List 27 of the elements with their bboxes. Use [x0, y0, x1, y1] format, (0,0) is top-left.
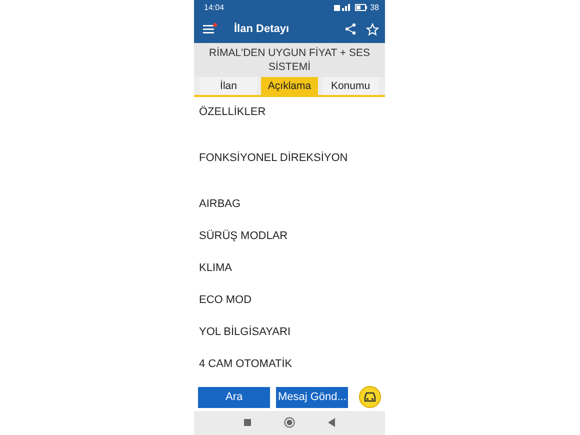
window-title: İlan Detayı: [234, 23, 290, 36]
feature-text: YOL BİLGİSAYARI: [199, 324, 292, 340]
car-icon: [363, 391, 378, 404]
recents-icon[interactable]: [244, 419, 251, 426]
feature-text: KLIMA: [199, 261, 234, 276]
back-icon[interactable]: [328, 418, 335, 428]
tab[interactable]: Konumu: [322, 77, 379, 96]
signal-icon: [334, 4, 352, 12]
feature-text: 4 CAM OTOMATİK: [199, 356, 294, 372]
feature-text: SÜRÜŞ MODLAR: [199, 228, 289, 244]
action-button[interactable]: Ara: [198, 386, 270, 408]
car-button[interactable]: [359, 386, 382, 408]
listing-title: RİMAL'DEN UYGUN FİYAT + SES SİSTEMİ: [194, 43, 385, 78]
tab[interactable]: İlan: [200, 77, 257, 96]
share-icon[interactable]: [345, 23, 356, 36]
feature-text: ECO MOD: [199, 293, 253, 308]
home-icon[interactable]: [284, 417, 295, 428]
battery-icon: [355, 4, 368, 12]
feature-text: FONKSİYONEL DİREKSİYON: [199, 150, 349, 166]
feature-text: AIRBAG: [199, 197, 242, 212]
star-icon[interactable]: [366, 22, 379, 36]
action-button[interactable]: Mesaj Gönd...: [276, 386, 348, 408]
status-time: 14:04: [204, 3, 224, 12]
tab[interactable]: Açıklama: [261, 77, 318, 96]
feature-text: ÖZELLİKLER: [199, 104, 267, 120]
menu-icon[interactable]: [203, 24, 215, 34]
battery-level: 38: [370, 3, 379, 12]
